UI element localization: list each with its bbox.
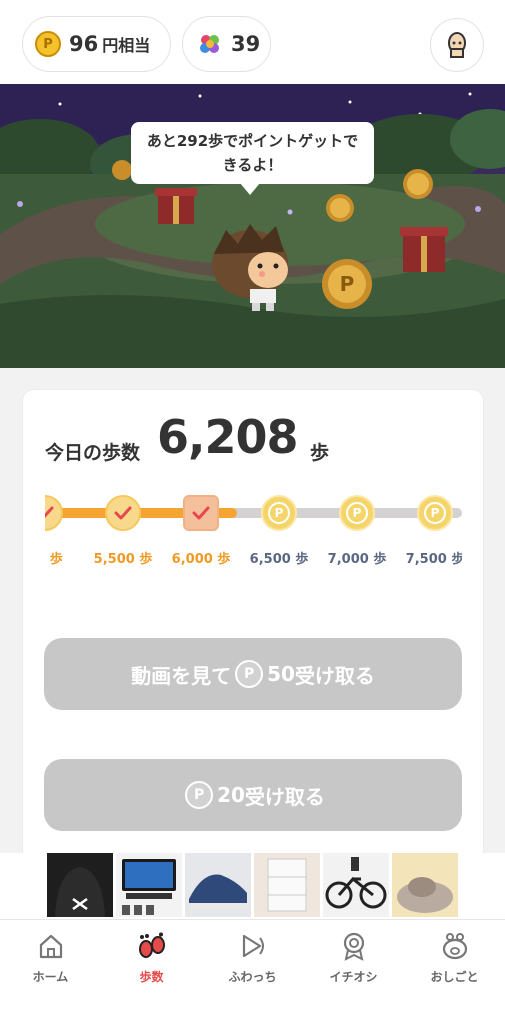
points-unit: 円相当 bbox=[102, 36, 151, 55]
video-button-prefix: 動画を見て bbox=[131, 663, 232, 688]
nav-item-oshigoto[interactable]: おしごと bbox=[404, 930, 505, 985]
footprints-icon bbox=[138, 932, 165, 958]
check-icon bbox=[114, 506, 132, 520]
tablet-image bbox=[122, 859, 176, 915]
milestone-node-2[interactable] bbox=[183, 495, 219, 531]
walking-scene: P あと292歩でポイントゲットで きるよ！ bbox=[0, 84, 505, 368]
svg-text:P: P bbox=[340, 272, 355, 296]
milestone-node-0[interactable] bbox=[45, 495, 63, 531]
steps-count: 6,208 bbox=[157, 410, 299, 464]
gems-value: 39 bbox=[231, 32, 261, 56]
badge-icon bbox=[343, 932, 364, 961]
nav-item-steps[interactable]: 歩数 bbox=[101, 930, 202, 985]
nav-item-home[interactable]: ホーム bbox=[0, 930, 101, 985]
milestone-label: 6,000 歩 bbox=[171, 552, 231, 567]
nav-label-fuwacchi: ふわっち bbox=[228, 970, 277, 984]
point-coin-icon: P bbox=[185, 781, 214, 809]
bike-image bbox=[325, 857, 387, 909]
ad-thumb-kitchen-cart[interactable] bbox=[254, 853, 320, 917]
speech-bubble-tail bbox=[240, 183, 260, 195]
steps-card: 今日の歩数 6,208 歩 00 歩 5,500 歩 6,000 歩 P 6,500 歩… bbox=[22, 389, 484, 869]
point-coin-icon: P bbox=[35, 31, 61, 57]
check-icon bbox=[45, 506, 54, 519]
shoe-image bbox=[189, 874, 247, 909]
speech-line-1: あと292歩でポイントゲットで bbox=[146, 132, 359, 150]
bean-bag-image bbox=[397, 877, 453, 913]
watch-video-claim-button[interactable]: 動画を見て P 50 受け取る bbox=[44, 638, 462, 710]
bottom-nav: ホーム 歩数 ふわっち イチオシ おしごと bbox=[0, 919, 505, 1024]
nav-label-ichioshi: イチオシ bbox=[329, 970, 378, 984]
top-bar: P 96 円相当 39 bbox=[0, 0, 505, 84]
claim-button-amount: 20 bbox=[217, 783, 245, 807]
home-icon bbox=[39, 934, 62, 959]
ad-thumb-beanie-hat[interactable] bbox=[47, 853, 113, 917]
point-coin-icon: P bbox=[268, 502, 290, 524]
steps-unit: 歩 bbox=[310, 442, 330, 464]
milestone-node-4[interactable]: P bbox=[339, 495, 375, 531]
points-value: 96 bbox=[69, 32, 99, 56]
video-button-suffix: 受け取る bbox=[294, 663, 375, 688]
gem-cluster-icon bbox=[200, 35, 219, 53]
ad-thumb-bike-stand[interactable] bbox=[323, 853, 389, 917]
nav-item-fuwacchi[interactable]: ふわっち bbox=[202, 930, 303, 985]
nav-label-home: ホーム bbox=[32, 970, 69, 984]
ad-thumb-android-tablet[interactable] bbox=[116, 853, 182, 917]
milestone-label: 5,500 歩 bbox=[93, 552, 153, 567]
ad-thumb-bean-bag[interactable] bbox=[392, 853, 458, 917]
avatar-icon bbox=[448, 32, 466, 58]
milestone-label: 7,000 歩 bbox=[327, 552, 387, 567]
ad-strip bbox=[0, 853, 505, 921]
milestone-node-5[interactable]: P bbox=[417, 495, 453, 531]
milestone-label: 7,500 歩 bbox=[405, 552, 462, 567]
points-balance-pill[interactable]: P 96 円相当 bbox=[22, 16, 171, 72]
beanie-hat-image bbox=[55, 867, 105, 917]
milestone-node-3[interactable]: P bbox=[261, 495, 297, 531]
pig-icon bbox=[442, 933, 467, 960]
speech-bubble: あと292歩でポイントゲットで きるよ！ bbox=[131, 122, 374, 184]
cart-image bbox=[267, 858, 307, 912]
speech-line-2: きるよ！ bbox=[222, 156, 283, 174]
milestone-node-1[interactable] bbox=[105, 495, 141, 531]
steps-label: 今日の歩数 bbox=[45, 442, 141, 464]
point-coin-icon: P bbox=[235, 660, 264, 688]
point-coin-icon: P bbox=[424, 502, 446, 524]
claim-points-button[interactable]: P 20 受け取る bbox=[44, 759, 462, 831]
nav-item-ichioshi[interactable]: イチオシ bbox=[303, 930, 404, 985]
profile-button[interactable] bbox=[430, 18, 484, 72]
play-icon bbox=[242, 934, 264, 958]
nav-label-oshigoto: おしごと bbox=[430, 970, 479, 984]
ad-thumb-running-shoe[interactable] bbox=[185, 853, 251, 917]
gems-balance-pill[interactable]: 39 bbox=[182, 16, 271, 72]
milestone-track[interactable]: 00 歩 5,500 歩 6,000 歩 P 6,500 歩 P 7,000 歩 P 7,500… bbox=[45, 490, 462, 570]
check-icon bbox=[192, 506, 210, 520]
nav-label-steps: 歩数 bbox=[139, 970, 164, 984]
video-button-amount: 50 bbox=[267, 662, 295, 686]
milestone-label: 6,500 歩 bbox=[249, 552, 309, 567]
point-coin-icon: P bbox=[346, 502, 368, 524]
milestone-label: 00 歩 bbox=[45, 552, 63, 567]
claim-button-suffix: 受け取る bbox=[244, 784, 325, 809]
